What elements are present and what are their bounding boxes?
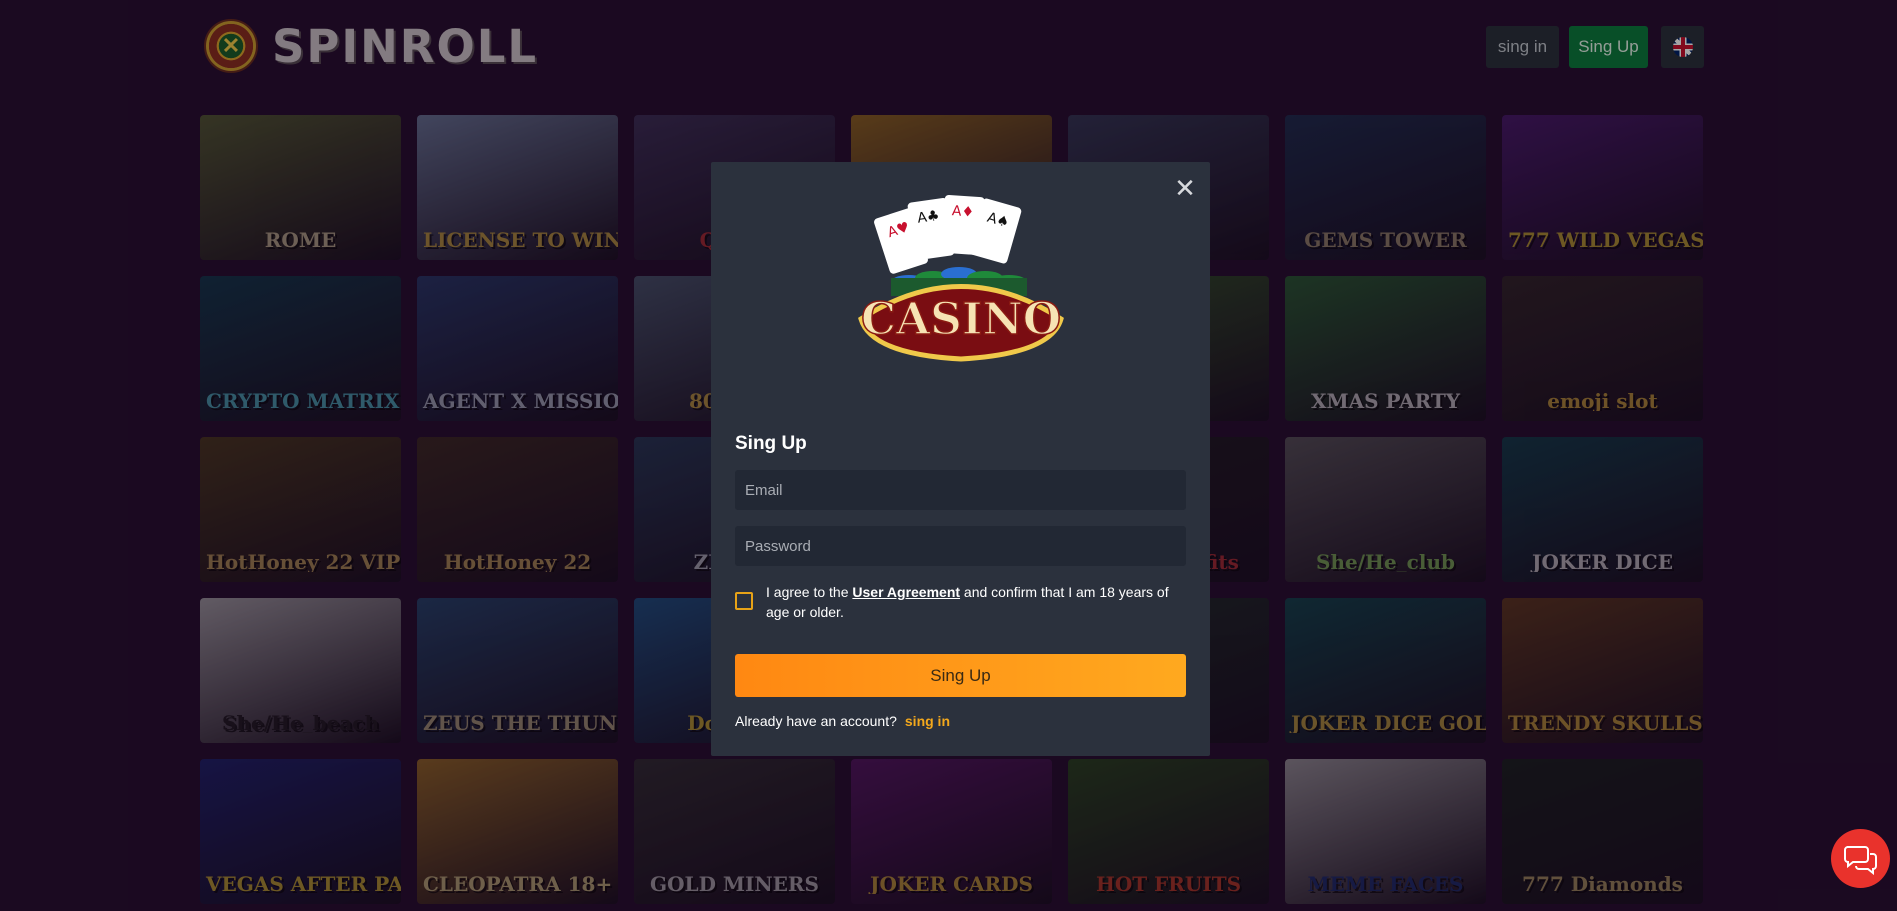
already-account-row: Already have an account? sing in (735, 713, 950, 729)
chat-button[interactable] (1831, 829, 1890, 888)
email-field[interactable] (735, 470, 1186, 510)
user-agreement-link[interactable]: User Agreement (852, 584, 960, 600)
chat-bubbles-icon (1843, 845, 1877, 875)
svg-text:A♦: A♦ (951, 203, 974, 221)
signup-submit-button[interactable]: Sing Up (735, 654, 1186, 697)
agree-prefix: I agree to the (766, 584, 853, 600)
casino-logo-image: A♥ A♣ A♦ A♠ CASINO (858, 194, 1064, 362)
signup-modal: ✕ A♥ A♣ A♦ A♠ CASINO Sing Up Email I agr… (711, 162, 1210, 756)
close-icon[interactable]: ✕ (1172, 175, 1198, 201)
casino-logo-text: CASINO (861, 294, 1061, 345)
agreement-row: I agree to the User Agreement and confir… (735, 582, 1186, 622)
already-account-text: Already have an account? (735, 713, 897, 729)
agree-checkbox[interactable] (735, 592, 753, 610)
svg-text:A♣: A♣ (916, 208, 940, 227)
agreement-text: I agree to the User Agreement and confir… (766, 582, 1186, 622)
password-field[interactable] (735, 526, 1186, 566)
sign-in-link[interactable]: sing in (905, 713, 950, 729)
modal-title: Sing Up (735, 433, 807, 454)
